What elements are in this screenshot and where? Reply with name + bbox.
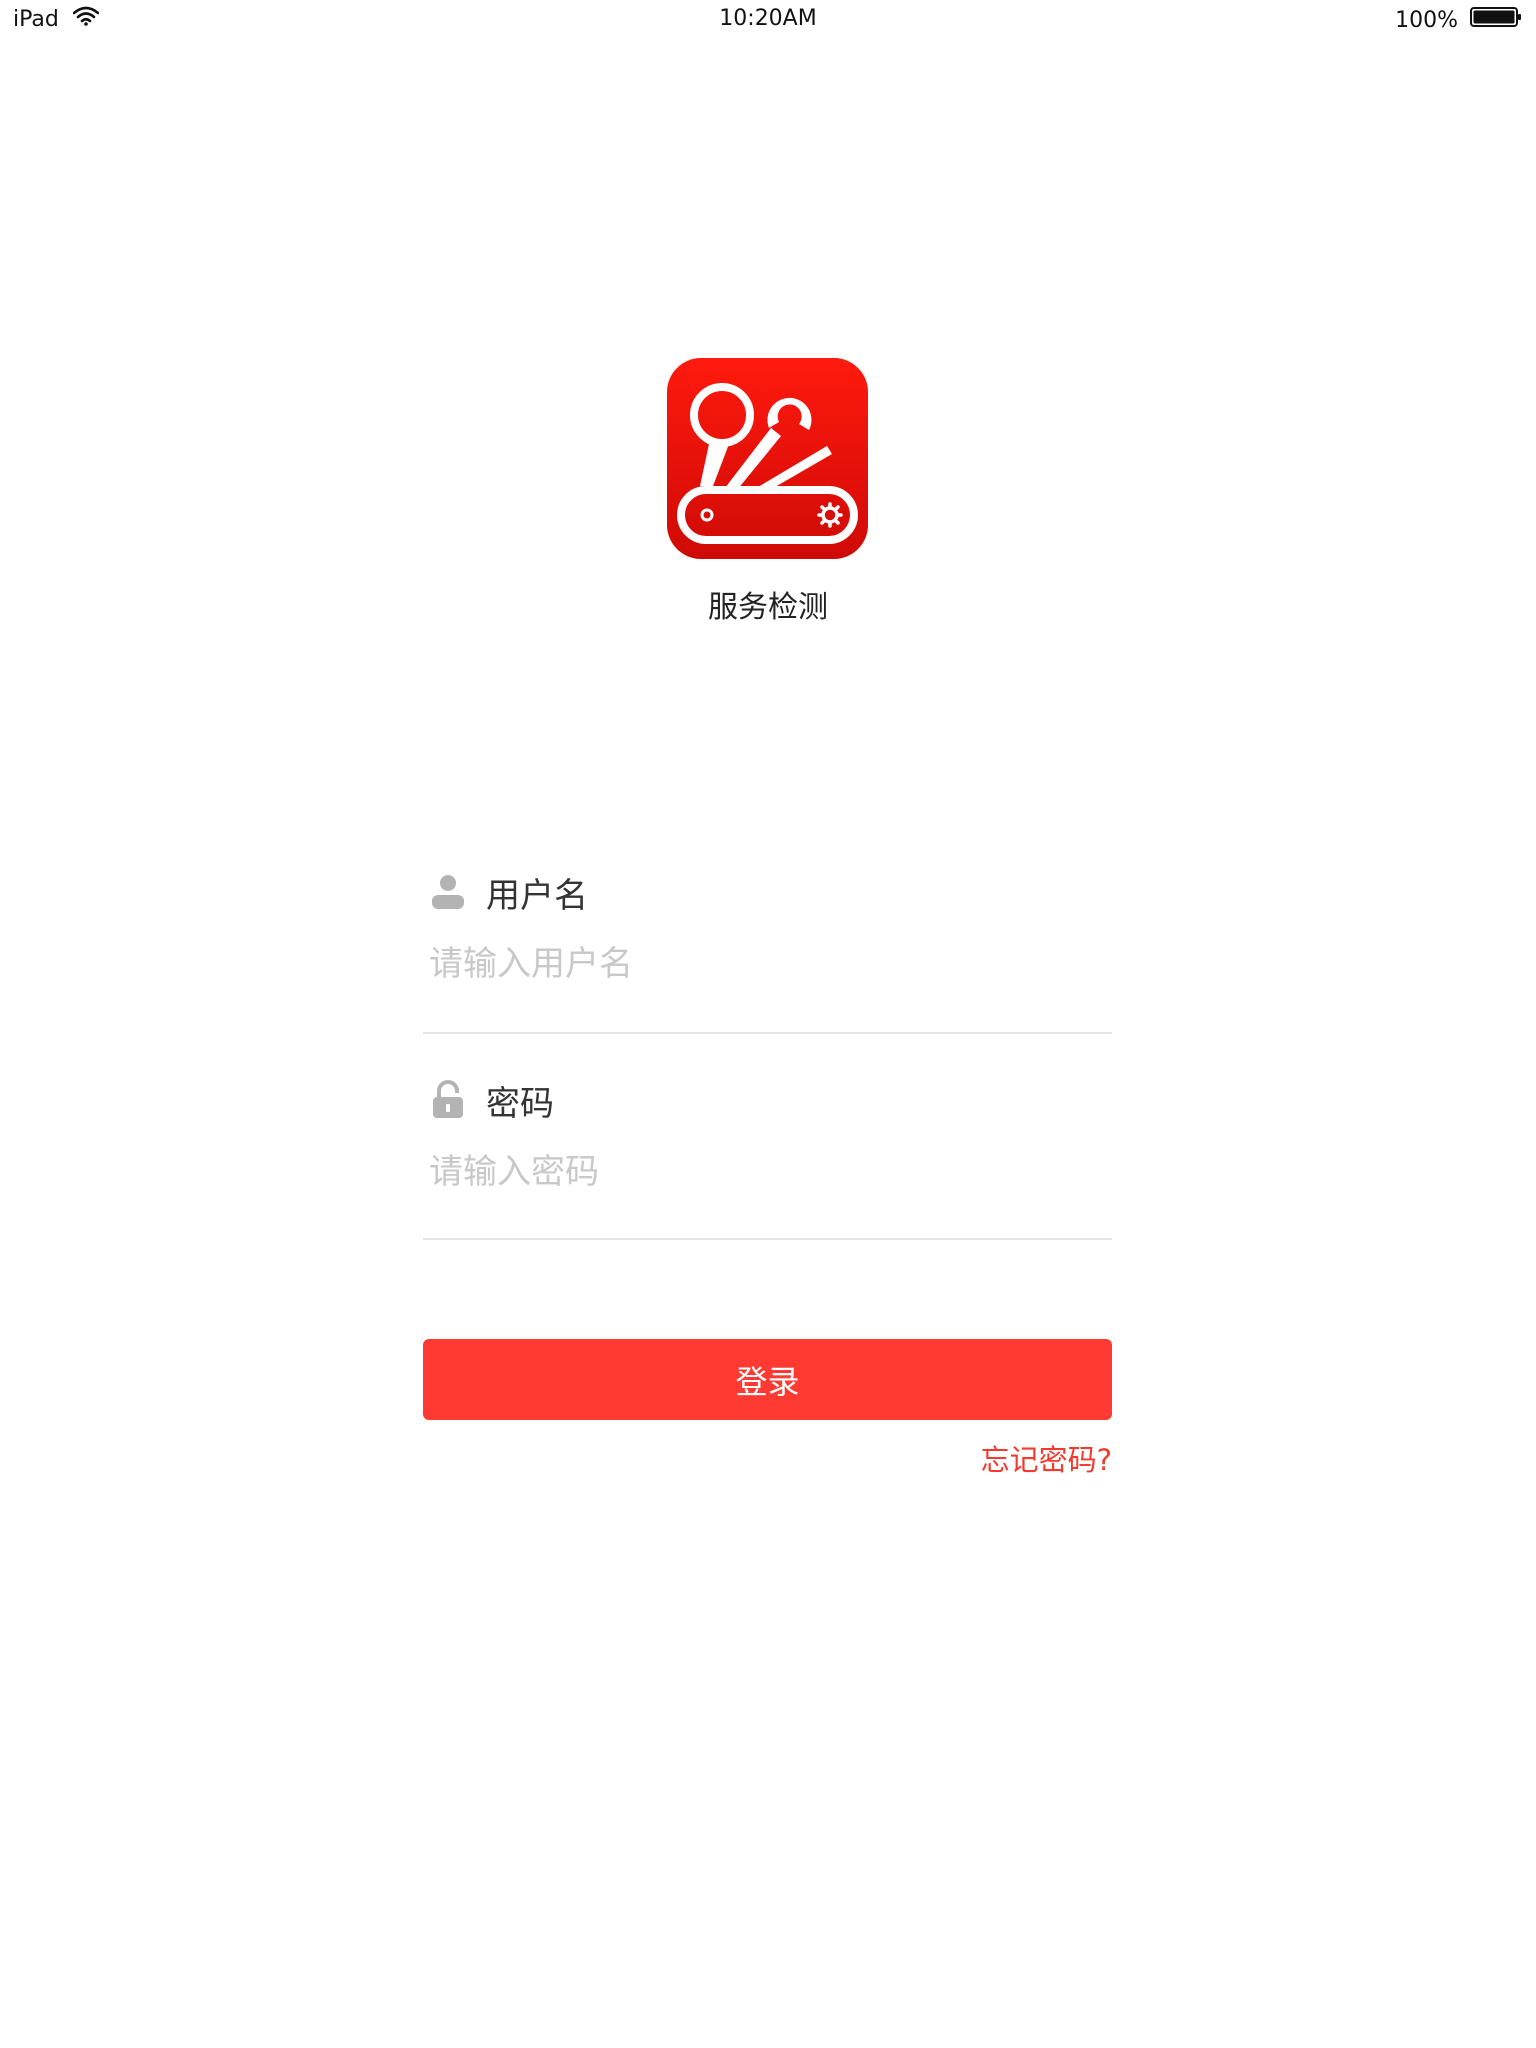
- status-bar: iPad 10:20AM 100%: [0, 0, 1536, 40]
- app-logo-icon: [667, 358, 868, 559]
- password-input[interactable]: [429, 1144, 1089, 1200]
- lock-icon: [430, 1080, 470, 1120]
- username-field: 用户名: [423, 868, 1112, 1034]
- username-label: 用户名: [486, 875, 588, 916]
- username-label-row: 用户名: [430, 868, 588, 916]
- password-label: 密码: [486, 1083, 554, 1124]
- status-right: 100%: [1395, 6, 1522, 34]
- status-time: 10:20AM: [719, 6, 817, 31]
- forgot-password-link[interactable]: 忘记密码?: [981, 1437, 1112, 1479]
- user-icon: [430, 872, 470, 912]
- battery-icon: [1470, 6, 1522, 34]
- login-button[interactable]: 登录: [423, 1339, 1112, 1420]
- password-label-row: 密码: [430, 1076, 554, 1124]
- app-name: 服务检测: [708, 590, 828, 625]
- username-input[interactable]: [429, 936, 1089, 992]
- password-field: 密码: [423, 1076, 1112, 1240]
- battery-percent: 100%: [1395, 7, 1458, 33]
